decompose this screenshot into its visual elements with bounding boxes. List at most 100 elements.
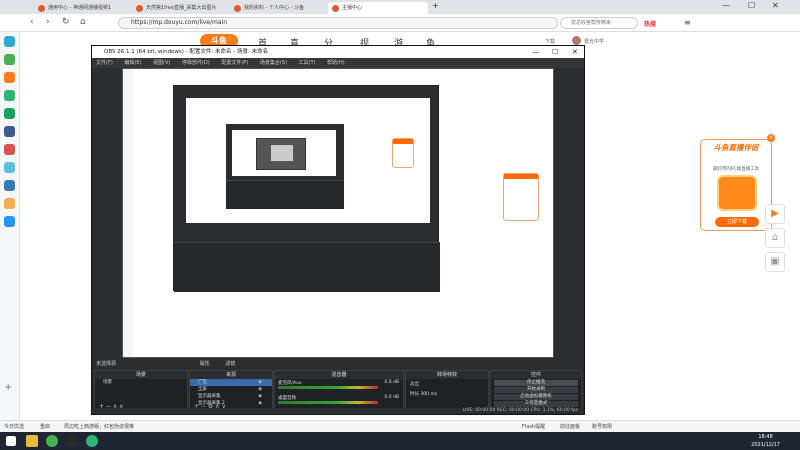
nested-promo-header bbox=[504, 174, 538, 179]
mixer-channel: 桌面音频 0.0 dB bbox=[275, 394, 403, 409]
start-recording-button[interactable]: 开始录制 bbox=[494, 386, 578, 393]
menu-item[interactable]: 文件(F) bbox=[96, 60, 113, 66]
transition-select[interactable]: 淡出 bbox=[406, 379, 488, 389]
volume-meter[interactable] bbox=[278, 386, 378, 389]
user-name[interactable]: 雷光中学 bbox=[584, 38, 604, 45]
taskbar-clock[interactable]: 18:48 2021/12/17 bbox=[751, 433, 780, 449]
taskbar-app-icon[interactable] bbox=[46, 435, 58, 447]
browser-tab[interactable]: 通用中心 - 神通网通播视频1 bbox=[34, 2, 128, 14]
menu-icon[interactable]: ≡ bbox=[684, 18, 691, 27]
obs-close-icon[interactable]: ✕ bbox=[572, 46, 578, 58]
minimize-icon[interactable]: — bbox=[722, 1, 730, 10]
back-icon[interactable]: ‹ bbox=[30, 17, 34, 27]
browser-tab[interactable]: 天然第1free直播_采集大出图片 bbox=[132, 2, 226, 14]
sidebar-app-icon[interactable] bbox=[4, 162, 15, 173]
obs-source-toolbar: 未选择源 属性 滤镜 bbox=[92, 359, 584, 369]
clock-date: 2021/12/17 bbox=[751, 442, 780, 448]
tab-favicon-icon bbox=[332, 5, 339, 12]
menu-item[interactable]: 工具(T) bbox=[299, 60, 316, 66]
hot-search-link[interactable]: 热搜 bbox=[644, 19, 656, 28]
sources-dock: 来源 广告 ◉ 全屏 ◉ 显示器采集 ◉ 显示器采集 2 ◉ + − ⚙ ∧ ∨ bbox=[189, 370, 273, 412]
search-input[interactable]: 雷总收宫帮传精来 bbox=[560, 17, 638, 29]
browser-tab[interactable]: 我的资料 - 个人中心 - 斗鱼 bbox=[230, 2, 324, 14]
download-link[interactable]: 下载 bbox=[545, 38, 555, 45]
screen-side-icon[interactable]: ▣ bbox=[765, 252, 785, 272]
sidebar-app-icon[interactable] bbox=[4, 36, 15, 47]
menu-item[interactable]: 停靠部件(D) bbox=[182, 60, 210, 66]
virtual-camera-button[interactable]: 启动虚拟摄像机 bbox=[494, 393, 578, 400]
obs-maximize-icon[interactable]: ☐ bbox=[552, 46, 558, 58]
taskbar-app-icon[interactable] bbox=[86, 435, 98, 447]
scenes-header: 场景 bbox=[95, 371, 187, 379]
sidebar-app-icon[interactable] bbox=[4, 198, 15, 209]
nested-dock bbox=[226, 180, 344, 209]
browser-tab-active[interactable]: 主播中心 bbox=[328, 2, 428, 14]
close-icon[interactable]: ✕ bbox=[772, 1, 779, 10]
menu-item[interactable]: 帮助(H) bbox=[327, 60, 345, 66]
tab-label: 我的资料 - 个人中心 - 斗鱼 bbox=[244, 5, 304, 11]
browser-tab-bar: 通用中心 - 神通网通播视频1 天然第1free直播_采集大出图片 我的资料 -… bbox=[0, 0, 800, 14]
obs-window: OBS 26.1.1 (64 bit, windows) - 配置文件: 未命名… bbox=[91, 45, 585, 415]
sidebar-app-icon[interactable] bbox=[4, 108, 15, 119]
nested-obs-window-3 bbox=[256, 138, 306, 170]
scene-item[interactable]: 场景 bbox=[95, 379, 187, 386]
obs-minimize-icon[interactable]: — bbox=[532, 46, 539, 58]
volume-meter[interactable] bbox=[278, 401, 378, 404]
menu-item[interactable]: 视图(V) bbox=[153, 60, 170, 66]
forward-icon[interactable]: › bbox=[46, 17, 50, 27]
tab-label: 天然第1free直播_采集大出图片 bbox=[146, 5, 217, 11]
mixer-dock: 混音器 麦克风/Aux 0.0 dB 桌面音频 0.0 dB bbox=[274, 370, 404, 412]
obs-preview[interactable] bbox=[122, 68, 554, 358]
menu-item[interactable]: 配置文件(P) bbox=[221, 60, 248, 66]
avatar[interactable] bbox=[572, 36, 581, 45]
sidebar-app-icon[interactable] bbox=[4, 72, 15, 83]
nested-preview-3 bbox=[271, 145, 293, 161]
nested-sidebar bbox=[123, 69, 133, 357]
filters-button[interactable]: 滤镜 bbox=[225, 361, 235, 367]
scenes-dock: 场景 场景 + − ∧ ∨ bbox=[94, 370, 188, 412]
source-item[interactable]: 显示器采集 ◉ bbox=[190, 393, 272, 400]
taskbar-app-icon[interactable] bbox=[26, 435, 38, 447]
stop-streaming-button[interactable]: 停止推流 bbox=[494, 379, 578, 386]
sidebar-app-icon[interactable] bbox=[4, 54, 15, 65]
play-icon[interactable]: ▶ bbox=[765, 204, 785, 224]
sidebar-app-icon[interactable] bbox=[4, 90, 15, 101]
duration-label: 时长 bbox=[410, 392, 419, 397]
maximize-icon[interactable]: ☐ bbox=[748, 1, 755, 10]
obs-menubar: 文件(F) 编辑(E) 视图(V) 停靠部件(D) 配置文件(P) 场景集合(S… bbox=[92, 58, 584, 68]
source-item[interactable]: 广告 ◉ bbox=[190, 379, 272, 386]
visibility-icon[interactable]: ◉ bbox=[258, 393, 262, 400]
transition-duration[interactable]: 时长 300 ms bbox=[406, 389, 488, 399]
start-icon[interactable] bbox=[6, 436, 16, 446]
reload-icon[interactable]: ↻ bbox=[62, 17, 70, 27]
studio-mode-button[interactable]: 工作室模式 bbox=[494, 400, 578, 407]
windows-taskbar: 18:48 2021/12/17 bbox=[0, 432, 800, 450]
promo-logo-image bbox=[717, 175, 757, 211]
home-side-icon[interactable]: ⌂ bbox=[765, 228, 785, 248]
nested-promo bbox=[503, 173, 539, 221]
home-icon[interactable]: ⌂ bbox=[80, 17, 86, 27]
sidebar-app-icon[interactable] bbox=[4, 216, 15, 227]
menu-item[interactable]: 场景集合(S) bbox=[260, 60, 287, 66]
taskbar-app-icon[interactable] bbox=[66, 435, 78, 447]
source-label: 全屏 bbox=[198, 387, 207, 392]
url-field[interactable]: https://mp.douyu.com/live/main bbox=[118, 17, 558, 29]
promo-close-icon[interactable]: × bbox=[767, 134, 775, 142]
address-row: ‹ › ↻ ⌂ https://mp.douyu.com/live/main 雷… bbox=[0, 14, 800, 32]
browser-status-bar: 今日优选 重启 周边吃上西游版，红包伪造很难 Flash提醒 前往面板 账号权限 bbox=[0, 420, 800, 432]
obs-statusbar: LIVE: 00:00:00 REC: 00:00:00 CPU: 1.1%, … bbox=[92, 408, 584, 414]
new-tab-button[interactable]: + bbox=[432, 1, 439, 10]
menu-item[interactable]: 编辑(E) bbox=[124, 60, 141, 66]
promo-download-button[interactable]: 立即下载 bbox=[715, 217, 759, 227]
sidebar-app-icon[interactable] bbox=[4, 144, 15, 155]
source-item[interactable]: 全屏 ◉ bbox=[190, 386, 272, 393]
nested-promo bbox=[392, 138, 414, 168]
sidebar-app-icon[interactable] bbox=[4, 126, 15, 137]
visibility-icon[interactable]: ◉ bbox=[258, 386, 262, 393]
properties-button[interactable]: 属性 bbox=[200, 361, 210, 367]
add-icon[interactable]: + bbox=[4, 382, 15, 393]
visibility-icon[interactable]: ◉ bbox=[258, 379, 262, 386]
nested-dock bbox=[174, 242, 440, 292]
sidebar-app-icon[interactable] bbox=[4, 180, 15, 191]
clock-time: 18:48 bbox=[758, 434, 773, 440]
